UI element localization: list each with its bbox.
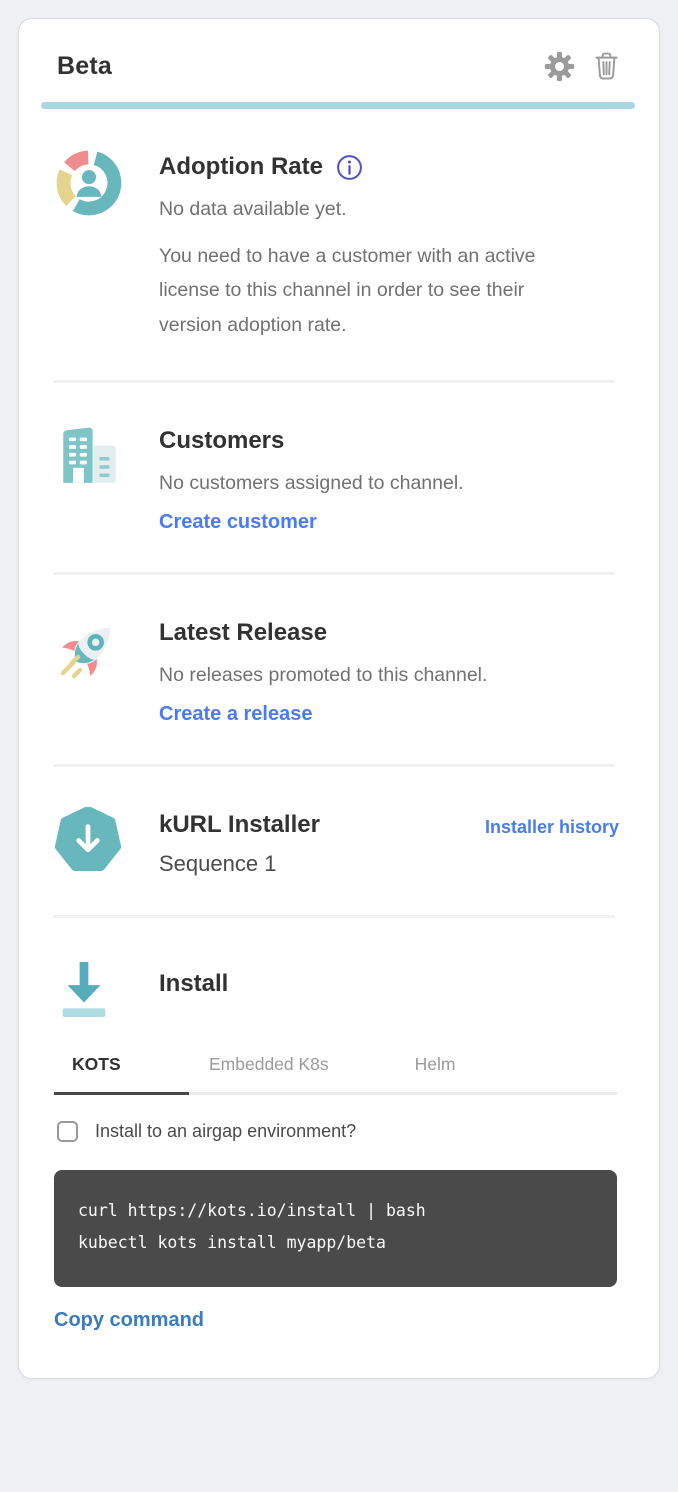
airgap-label[interactable]: Install to an airgap environment? — [95, 1121, 356, 1142]
adoption-hint-text: You need to have a customer with an acti… — [159, 239, 583, 341]
header-actions — [544, 51, 621, 82]
install-command-block: curl https://kots.io/install | bashkubec… — [54, 1170, 617, 1286]
install-title: Install — [159, 970, 228, 998]
tab-kots[interactable]: KOTS — [54, 1054, 189, 1095]
airgap-checkbox[interactable] — [57, 1121, 78, 1142]
adoption-empty-text: No data available yet. — [159, 195, 619, 223]
kurl-installer-title: kURL Installer — [159, 811, 320, 839]
settings-gear-icon[interactable] — [544, 51, 575, 82]
create-release-link[interactable]: Create a release — [159, 703, 312, 726]
install-download-arrow-icon — [55, 958, 123, 1020]
airgap-row: Install to an airgap environment? — [57, 1121, 619, 1142]
install-body: Install — [159, 958, 619, 1020]
channel-accent-bar — [41, 102, 635, 109]
customers-title: Customers — [159, 427, 284, 455]
latest-release-section: Latest Release No releases promoted to t… — [19, 575, 659, 726]
kurl-installer-section: kURL Installer Installer history Sequenc… — [19, 767, 659, 877]
customers-buildings-icon — [55, 423, 123, 534]
channel-title: Beta — [57, 52, 112, 81]
customers-body: Customers No customers assigned to chann… — [159, 423, 619, 534]
info-circle-icon[interactable] — [336, 154, 363, 181]
tab-helm[interactable]: Helm — [415, 1054, 456, 1092]
tab-embedded-k8s[interactable]: Embedded K8s — [209, 1054, 329, 1092]
adoption-rate-title: Adoption Rate — [159, 153, 323, 181]
customers-empty-text: No customers assigned to channel. — [159, 469, 619, 497]
command-line-1: curl https://kots.io/install | bash — [78, 1195, 593, 1227]
customers-section: Customers No customers assigned to chann… — [19, 383, 659, 534]
kurl-installer-body: kURL Installer Installer history Sequenc… — [159, 807, 619, 877]
kurl-head-row: kURL Installer Installer history — [159, 811, 619, 839]
channel-card: Beta — [18, 18, 660, 1379]
installer-sequence-text: Sequence 1 — [159, 851, 619, 877]
release-empty-text: No releases promoted to this channel. — [159, 661, 619, 689]
card-header: Beta — [19, 19, 659, 102]
delete-trash-icon[interactable] — [592, 51, 621, 82]
kurl-download-heptagon-icon — [55, 807, 123, 877]
adoption-rate-body: Adoption Rate No data available yet. You… — [159, 149, 619, 342]
latest-release-rocket-icon — [55, 615, 123, 726]
create-customer-link[interactable]: Create customer — [159, 511, 317, 534]
adoption-rate-section: Adoption Rate No data available yet. You… — [19, 109, 659, 342]
install-section: Install — [19, 918, 659, 1020]
latest-release-body: Latest Release No releases promoted to t… — [159, 615, 619, 726]
latest-release-title: Latest Release — [159, 619, 327, 647]
command-line-2: kubectl kots install myapp/beta — [78, 1227, 593, 1259]
install-tabs: KOTS Embedded K8s Helm — [54, 1054, 617, 1095]
adoption-rate-title-row: Adoption Rate — [159, 153, 619, 181]
installer-history-link[interactable]: Installer history — [485, 811, 619, 838]
copy-command-link[interactable]: Copy command — [54, 1309, 204, 1332]
adoption-rate-donut-user-icon — [55, 149, 123, 342]
